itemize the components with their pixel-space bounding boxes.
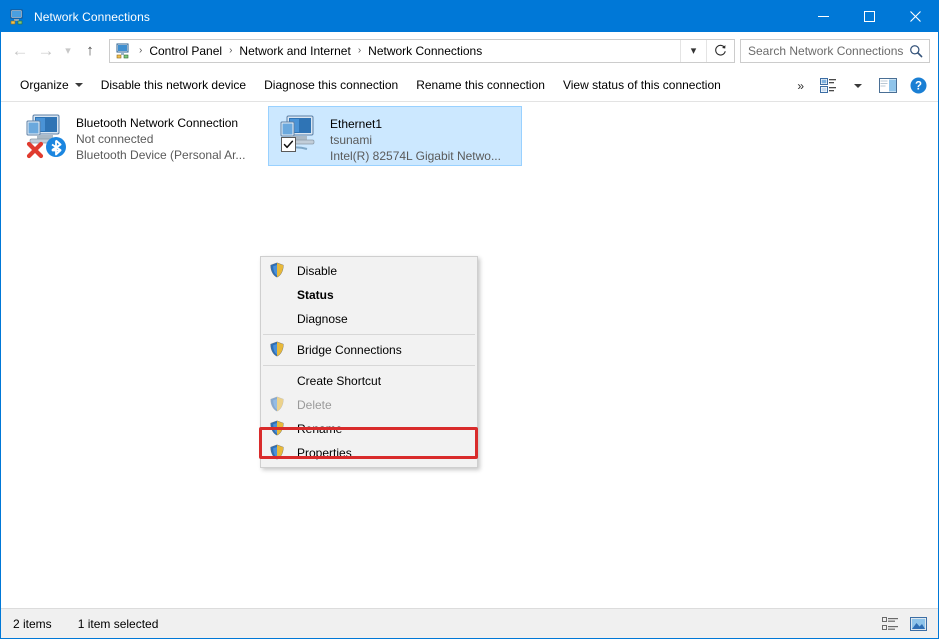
organize-button[interactable]: Organize [11,73,92,97]
view-status-button[interactable]: View status of this connection [554,73,730,97]
empty-icon-slot [269,372,287,390]
context-menu-item-status[interactable]: Status [261,283,477,307]
caret-glyph [854,83,862,88]
bluetooth-adapter-icon [19,110,71,160]
chevron-down-icon[interactable]: ▾ [680,39,706,62]
context-menu-label: Delete [297,398,332,412]
minimize-button[interactable] [800,1,846,32]
connection-status: Not connected [76,132,154,146]
context-menu-separator [263,365,475,366]
refresh-icon[interactable] [706,39,734,62]
context-menu-label: Status [297,288,334,302]
connection-device: Bluetooth Device (Personal Ar... [76,148,246,162]
command-bar: Organize Disable this network device Dia… [1,69,938,102]
breadcrumb-item-1[interactable]: Network and Internet [236,44,353,58]
rename-connection-button[interactable]: Rename this connection [407,73,554,97]
network-connections-icon [10,9,26,25]
context-menu-label: Create Shortcut [297,374,382,388]
search-box[interactable] [740,38,930,63]
chevron-down-icon [74,83,83,87]
shield-icon [269,420,287,438]
breadcrumb-separator-1: › [229,45,233,56]
list-item-checkbox[interactable] [281,137,296,152]
list-item-text: Ethernet1 tsunami Intel(R) 82574L Gigabi… [330,111,501,164]
help-icon[interactable]: ? [904,73,932,99]
context-menu[interactable]: Disable Status Diagnose Bridge Connectio… [260,256,478,468]
connection-status: tsunami [330,133,373,147]
disable-network-device-button[interactable]: Disable this network device [92,73,255,97]
item-count-label: 2 items [13,616,52,631]
list-item-text: Bluetooth Network Connection Not connect… [76,110,245,163]
connection-name: Ethernet1 [330,117,383,131]
change-view-icon[interactable] [814,73,842,99]
connection-device: Intel(R) 82574L Gigabit Netwo... [330,149,501,163]
context-menu-item-diagnose[interactable]: Diagnose [261,307,477,331]
ethernet-adapter-icon [273,111,325,161]
context-menu-item-rename[interactable]: Rename [261,417,477,441]
empty-icon-slot [269,286,287,304]
breadcrumb-item-0[interactable]: Control Panel [146,44,225,58]
diagnose-connection-button[interactable]: Diagnose this connection [255,73,407,97]
up-arrow-icon[interactable]: ↑ [77,38,103,64]
connections-list[interactable]: Bluetooth Network Connection Not connect… [1,102,938,589]
window-controls [800,1,938,32]
details-view-icon[interactable] [878,613,902,635]
search-input[interactable] [741,43,903,58]
context-menu-label: Rename [297,422,343,436]
context-menu-label: Diagnose [297,312,348,326]
breadcrumb-separator-0: › [139,45,143,56]
list-item[interactable]: Bluetooth Network Connection Not connect… [15,106,269,166]
selection-label: 1 item selected [77,616,159,631]
address-bar-row: ← → ▾ ↑ › Control Panel › Network and In… [1,32,938,69]
shield-icon [269,444,287,462]
window-title: Network Connections [34,9,150,24]
organize-label: Organize [20,78,69,92]
large-icons-view-icon[interactable] [906,613,930,635]
back-arrow-icon[interactable]: ← [7,38,33,64]
context-menu-item-disable[interactable]: Disable [261,259,477,283]
breadcrumb[interactable]: › Control Panel › Network and Internet ›… [109,38,735,63]
recent-locations-icon[interactable]: ▾ [59,38,77,64]
change-view-chevron-down-icon[interactable] [844,73,872,99]
close-button[interactable] [892,1,938,32]
context-menu-label: Properties [297,446,352,460]
search-icon[interactable] [903,40,929,62]
empty-icon-slot [269,310,287,328]
context-menu-label: Bridge Connections [297,343,402,357]
breadcrumb-item-2[interactable]: Network Connections [365,44,485,58]
diagnose-connection-label: Diagnose this connection [264,78,399,92]
breadcrumb-separator-2: › [357,45,362,56]
view-mode-buttons [878,609,930,638]
context-menu-item-bridge-connections[interactable]: Bridge Connections [261,338,477,362]
view-status-label: View status of this connection [562,78,721,92]
context-menu-item-create-shortcut[interactable]: Create Shortcut [261,369,477,393]
preview-pane-icon[interactable] [874,73,902,99]
title-bar: Network Connections [1,1,938,32]
rename-connection-label: Rename this connection [416,78,545,92]
overflow-chevrons-icon[interactable]: » [789,79,812,93]
shield-icon [269,396,287,414]
network-connections-window: Network Connections ← → ▾ ↑ › Control Pa… [0,0,939,639]
connection-name: Bluetooth Network Connection [76,116,239,130]
command-bar-right-group: » ? [789,69,932,102]
breadcrumb-network-connections-icon [115,43,131,59]
context-menu-item-delete: Delete [261,393,477,417]
list-item[interactable]: Ethernet1 tsunami Intel(R) 82574L Gigabi… [268,106,522,166]
forward-arrow-icon[interactable]: → [33,38,59,64]
shield-icon [269,262,287,280]
status-bar: 2 items 1 item selected [1,608,938,638]
context-menu-label: Disable [297,264,338,278]
context-menu-item-properties[interactable]: Properties [261,441,477,465]
maximize-button[interactable] [846,1,892,32]
context-menu-separator [263,334,475,335]
shield-icon [269,341,287,359]
svg-text:?: ? [914,81,921,93]
disable-network-device-label: Disable this network device [100,78,247,92]
